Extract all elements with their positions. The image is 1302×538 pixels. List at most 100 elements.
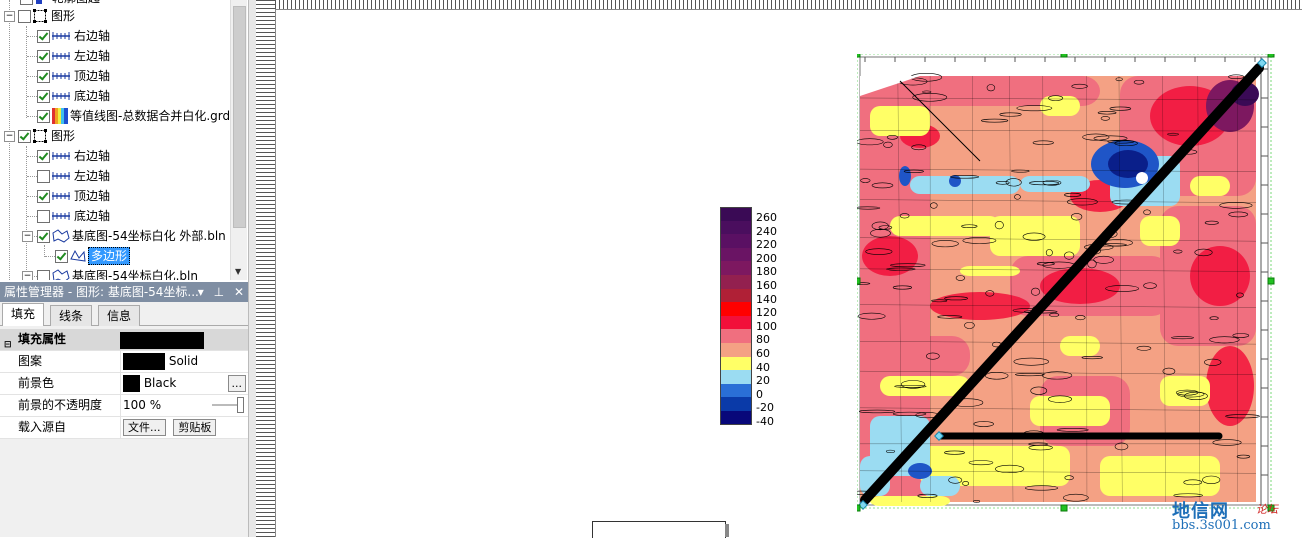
tree-label: 顶边轴 bbox=[74, 66, 110, 86]
axis-icon bbox=[52, 151, 70, 161]
tree-row[interactable]: 顶边轴 bbox=[0, 66, 228, 86]
axis-icon bbox=[52, 51, 70, 61]
object-manager-tree: 轮廓图起−图形右边轴左边轴顶边轴底边轴等值线图-总数据合并白化.grd−图形右边… bbox=[0, 0, 248, 280]
tree-label: 左边轴 bbox=[74, 46, 110, 66]
page-boundary-box bbox=[592, 521, 726, 538]
tree-checkbox[interactable] bbox=[55, 250, 68, 263]
load-clipboard-button[interactable]: 剪贴板 bbox=[173, 419, 216, 436]
tree-scrollbar-thumb[interactable] bbox=[233, 6, 246, 228]
foreground-opacity-key: 前景的不透明度 bbox=[18, 395, 118, 416]
map-region bbox=[870, 106, 930, 136]
property-manager-title: 属性管理器 - 图形: 基底图-54坐标... bbox=[4, 285, 199, 299]
selection-handle bbox=[857, 54, 860, 57]
legend-border bbox=[720, 207, 752, 425]
tree-label: 等值线图-总数据合并白化.grd bbox=[70, 106, 230, 126]
tree-checkbox[interactable] bbox=[37, 210, 50, 223]
tree-row[interactable]: −图形 bbox=[0, 126, 228, 146]
tree-label: 多边形 bbox=[88, 247, 130, 265]
tree-checkbox[interactable] bbox=[37, 150, 50, 163]
map-region bbox=[1136, 172, 1148, 184]
opacity-slider[interactable] bbox=[212, 404, 244, 406]
tree-row[interactable]: −基底图-54坐标白化 外部.bln bbox=[0, 226, 228, 246]
fill-properties-category[interactable]: ⊟ 填充属性 bbox=[0, 329, 248, 351]
map-region bbox=[899, 166, 911, 186]
axis-icon bbox=[52, 91, 70, 101]
pin-icon[interactable]: ⊥ bbox=[214, 285, 224, 299]
fill-color-preview bbox=[120, 332, 204, 349]
color-scale-legend[interactable]: 260240220200180160140120100806040200-20-… bbox=[720, 207, 800, 425]
opacity-slider-knob[interactable] bbox=[237, 397, 244, 413]
collapse-icon[interactable]: − bbox=[4, 131, 15, 142]
tree-guide bbox=[45, 256, 55, 257]
tree-checkbox[interactable] bbox=[37, 230, 50, 243]
tree-checkbox[interactable] bbox=[37, 50, 50, 63]
tree-label: 左边轴 bbox=[74, 166, 110, 186]
tree-row[interactable]: 等值线图-总数据合并白化.grd bbox=[0, 106, 228, 126]
collapse-icon[interactable]: − bbox=[22, 271, 33, 280]
collapse-icon[interactable]: − bbox=[4, 11, 15, 22]
tree-row[interactable]: 右边轴 bbox=[0, 26, 228, 46]
tree-checkbox[interactable] bbox=[37, 30, 50, 43]
page-boundary-shadow bbox=[725, 524, 729, 537]
category-label: 填充属性 bbox=[18, 329, 118, 350]
contour-layer-icon bbox=[52, 108, 68, 124]
load-file-button[interactable]: 文件... bbox=[123, 419, 166, 436]
foreground-color-value: Black bbox=[144, 376, 176, 390]
color-picker-button[interactable]: ... bbox=[228, 375, 247, 392]
pattern-row[interactable]: 图案 Solid bbox=[0, 351, 248, 373]
contour-map[interactable] bbox=[857, 54, 1277, 514]
map-region bbox=[890, 216, 1000, 236]
map-region bbox=[1190, 176, 1230, 196]
map-region bbox=[1206, 346, 1254, 426]
map-region bbox=[990, 216, 1080, 256]
collapse-icon[interactable]: − bbox=[22, 231, 33, 242]
tree-row[interactable]: − 图形 bbox=[0, 6, 228, 26]
tree-row[interactable]: 左边轴 bbox=[0, 46, 228, 66]
tree-checkbox[interactable] bbox=[37, 170, 50, 183]
tree-row[interactable]: −基底图-54坐标白化.bln bbox=[0, 266, 228, 280]
polygon-icon bbox=[70, 249, 86, 263]
axis-icon bbox=[52, 191, 70, 201]
tree-label: 图形 bbox=[51, 6, 75, 26]
tree-checkbox[interactable] bbox=[18, 10, 31, 23]
tree-checkbox[interactable] bbox=[37, 70, 50, 83]
tree-guide bbox=[27, 96, 37, 97]
tree-checkbox[interactable] bbox=[37, 190, 50, 203]
tab-info[interactable]: 信息 bbox=[98, 305, 140, 326]
layer-icon bbox=[36, 0, 42, 4]
watermark-logo: 地信网 论坛 bbs.3s001.com bbox=[1170, 497, 1302, 537]
tree-guide bbox=[27, 216, 37, 217]
tree-checkbox[interactable] bbox=[37, 110, 50, 123]
tree-row[interactable]: 右边轴 bbox=[0, 146, 228, 166]
tree-label: 底边轴 bbox=[74, 206, 110, 226]
foreground-color-row[interactable]: 前景色 Black ... bbox=[0, 373, 248, 395]
tree-label: 底边轴 bbox=[74, 86, 110, 106]
foreground-color-key: 前景色 bbox=[18, 373, 118, 394]
property-grid: ⊟ 填充属性 图案 Solid 前景色 Black ... 前景的不透明度 bbox=[0, 329, 248, 439]
tree-checkbox[interactable] bbox=[20, 0, 33, 5]
tree-row[interactable]: 顶边轴 bbox=[0, 186, 228, 206]
foreground-opacity-row[interactable]: 前景的不透明度 100 % bbox=[0, 395, 248, 417]
tree-checkbox[interactable] bbox=[37, 90, 50, 103]
tab-line[interactable]: 线条 bbox=[50, 305, 92, 326]
scroll-down-icon[interactable]: ▼ bbox=[235, 267, 241, 276]
tree-guide bbox=[27, 36, 37, 37]
tree-scrollbar[interactable]: ▼ bbox=[230, 0, 247, 280]
close-icon[interactable]: ✕ bbox=[234, 285, 244, 299]
tree-row[interactable]: 底边轴 bbox=[0, 206, 228, 226]
tab-fill[interactable]: 填充 bbox=[2, 303, 44, 326]
axis-icon bbox=[52, 211, 70, 221]
tree-checkbox[interactable] bbox=[37, 270, 50, 280]
tree-checkbox[interactable] bbox=[18, 130, 31, 143]
tree-row[interactable]: 左边轴 bbox=[0, 166, 228, 186]
dropdown-icon[interactable]: ▾ bbox=[198, 285, 204, 299]
pattern-key: 图案 bbox=[18, 351, 118, 372]
base-map-icon bbox=[52, 269, 70, 280]
map-region bbox=[1030, 396, 1110, 426]
property-manager-titlebar: 属性管理器 - 图形: 基底图-54坐标... ▾ ⊥ ✕ bbox=[0, 282, 248, 302]
tree-label: 右边轴 bbox=[74, 146, 110, 166]
tree-label: 顶边轴 bbox=[74, 186, 110, 206]
tree-row[interactable]: 多边形 bbox=[0, 246, 228, 266]
map-region bbox=[920, 476, 960, 496]
tree-row[interactable]: 底边轴 bbox=[0, 86, 228, 106]
